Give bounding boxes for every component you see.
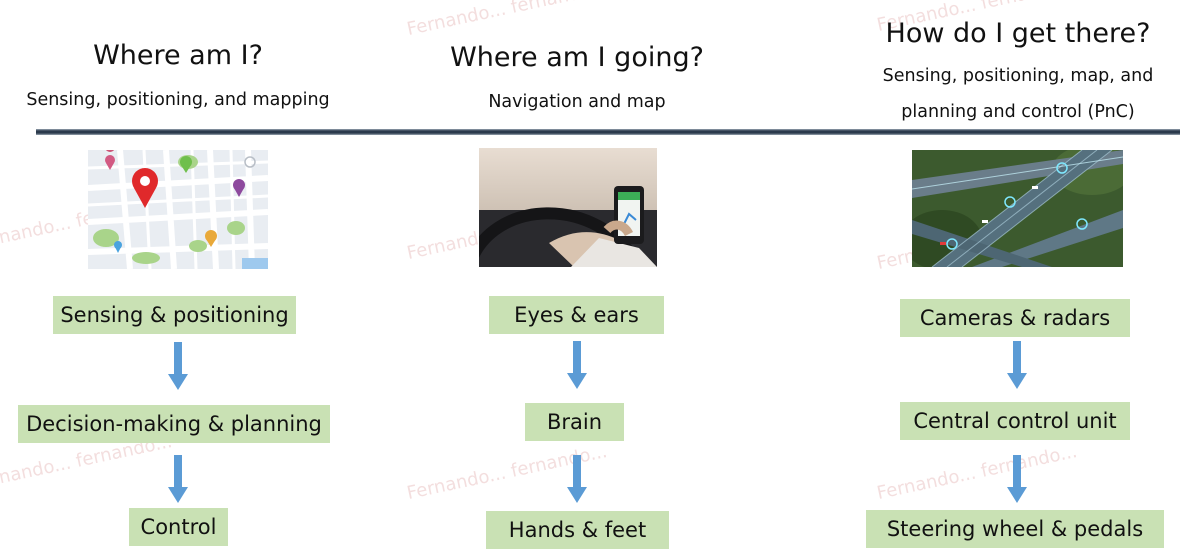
watermark: Fernando... fernando... — [405, 0, 609, 40]
down-arrow-icon — [1007, 341, 1027, 389]
down-arrow-icon — [567, 455, 587, 503]
header-divider — [36, 129, 1180, 135]
flow-box: Hands & feet — [486, 511, 669, 549]
highway-interchange-image — [912, 150, 1123, 267]
down-arrow-icon — [168, 455, 188, 503]
flow-box: Sensing & positioning — [53, 296, 296, 334]
flow-box: Steering wheel & pedals — [866, 510, 1164, 548]
flow-box: Central control unit — [900, 402, 1130, 440]
flow-box: Eyes & ears — [489, 296, 664, 334]
city-map-image — [88, 150, 268, 269]
flow-box: Control — [129, 508, 228, 546]
flow-box: Brain — [525, 403, 624, 441]
column-title: How do I get there? — [885, 18, 1151, 49]
down-arrow-icon — [168, 342, 188, 390]
column-subtitle: Sensing, positioning, map, and — [882, 66, 1154, 86]
column-subtitle: planning and control (PnC) — [901, 102, 1135, 122]
column-subtitle: Sensing, positioning, and mapping — [26, 90, 330, 110]
driver-navigation-image — [479, 148, 657, 267]
watermark: Fernando... fernando... — [875, 441, 1079, 504]
column-subtitle: Navigation and map — [488, 92, 666, 112]
column-title: Where am I? — [93, 40, 263, 71]
flow-box: Decision-making & planning — [18, 405, 330, 443]
column-title: Where am I going? — [450, 42, 704, 73]
down-arrow-icon — [1007, 455, 1027, 503]
flow-box: Cameras & radars — [900, 299, 1130, 337]
down-arrow-icon — [567, 341, 587, 389]
